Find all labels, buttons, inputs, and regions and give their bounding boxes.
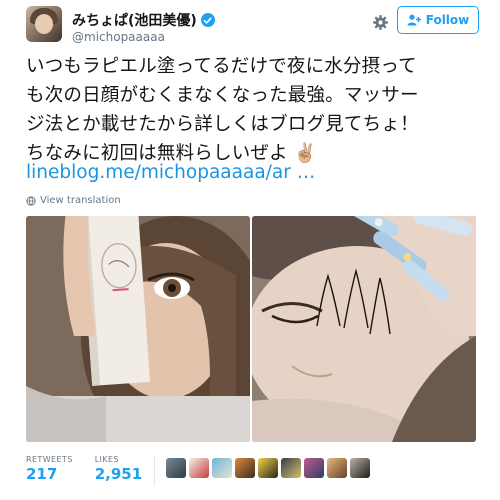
avatar[interactable] (26, 6, 62, 42)
add-user-icon (407, 14, 421, 26)
likes-count: 2,951 (94, 465, 143, 483)
engagement-stats: RETWEETS 217 LIKES 2,951 (26, 455, 142, 483)
liker-avatar[interactable] (350, 458, 370, 478)
follow-button[interactable]: Follow (397, 6, 479, 34)
follow-label: Follow (425, 13, 470, 27)
likes-label: LIKES (94, 455, 119, 464)
gear-icon[interactable] (369, 11, 391, 33)
display-name[interactable]: みちょぱ(池田美優) (72, 10, 197, 30)
user-handle[interactable]: @michopaaaaa (72, 30, 165, 44)
face-massage-arrows-photo[interactable] (252, 216, 476, 442)
liker-avatar[interactable] (281, 458, 301, 478)
retweets-count: 217 (26, 465, 58, 483)
massage-illustration (252, 216, 476, 442)
liker-avatar[interactable] (212, 458, 232, 478)
tweet-line: ジ法とか載せたから詳しくはブログ見てちょ！ (26, 114, 419, 135)
liker-avatar[interactable] (166, 458, 186, 478)
selfie-with-product-photo[interactable] (26, 216, 250, 442)
retweets-stat[interactable]: RETWEETS 217 (26, 455, 73, 483)
liker-avatar[interactable] (258, 458, 278, 478)
tweet-line: も次の日顔がむくまなくなった最強。マッサー (26, 85, 419, 106)
stats-divider (154, 456, 155, 486)
liker-avatar[interactable] (304, 458, 324, 478)
verified-badge-icon (200, 13, 215, 27)
view-translation-label: View translation (40, 195, 121, 206)
view-translation-button[interactable]: View translation (26, 195, 121, 206)
likes-stat[interactable]: LIKES 2,951 (95, 455, 142, 483)
globe-icon (26, 195, 36, 206)
user-name-row: みちょぱ(池田美優) (72, 10, 215, 30)
liker-avatar[interactable] (189, 458, 209, 478)
tweet-link[interactable]: lineblog.me/michopaaaaa/ar … (26, 162, 315, 183)
avatar-face (35, 14, 53, 34)
tweet-text: いつもラピエル塗ってるだけで夜に水分摂って も次の日顔がむくまなくなった最強。マ… (26, 52, 484, 168)
liker-avatar[interactable] (235, 458, 255, 478)
retweets-label: RETWEETS (26, 455, 73, 464)
liker-avatar[interactable] (327, 458, 347, 478)
liker-avatars (166, 458, 370, 478)
selfie-illustration (26, 216, 250, 442)
tweet-line: いつもラピエル塗ってるだけで夜に水分摂って (26, 56, 417, 77)
